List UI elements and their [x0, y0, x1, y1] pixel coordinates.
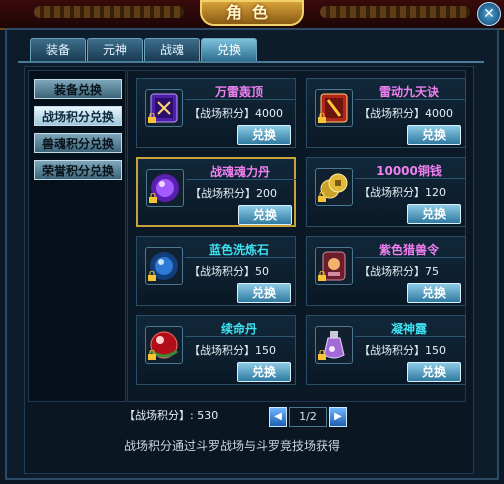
- battlefield-points-total: 【战场积分】: 530: [124, 409, 219, 422]
- title-ornament-left: [34, 6, 184, 18]
- prev-page-button[interactable]: ◀: [269, 407, 287, 427]
- item-name: 蓝色洗炼石: [208, 243, 269, 257]
- item-cost: 【战场积分】200: [190, 187, 277, 200]
- lock-icon: [149, 193, 157, 203]
- item-card-selected: 战魂魂力丹 【战场积分】200 兑换: [136, 157, 296, 227]
- exchange-button[interactable]: 兑换: [237, 125, 291, 145]
- character-window: 角色 ✕ 装备 元神 战魂 兑换 装备兑换 战场积分兑换 兽魂积分兑换 荣誉积分…: [0, 0, 504, 484]
- next-page-button[interactable]: ▶: [329, 407, 347, 427]
- divider: [185, 99, 295, 100]
- item-cost: 【战场积分】120: [359, 186, 446, 199]
- tab-war-soul[interactable]: 战魂: [144, 38, 200, 61]
- title-bar: 角色 ✕: [0, 0, 504, 30]
- lock-icon: [318, 113, 326, 123]
- exchange-button[interactable]: 兑换: [407, 125, 461, 145]
- item-card: 续命丹 【战场积分】150 兑换: [136, 315, 296, 385]
- divider: [185, 257, 295, 258]
- item-cost: 【战场积分】4000: [189, 107, 283, 120]
- window-title: 角色: [200, 0, 304, 26]
- divider: [355, 257, 465, 258]
- lock-icon: [318, 192, 326, 202]
- divider: [355, 336, 465, 337]
- prev-arrow-icon: ◀: [274, 411, 282, 422]
- item-cost: 【战场积分】75: [359, 265, 439, 278]
- item-name: 雷动九天诀: [378, 85, 439, 99]
- item-card: 万雷轰顶 【战场积分】4000 兑换: [136, 78, 296, 148]
- exchange-button[interactable]: 兑换: [407, 204, 461, 224]
- title-ornament-right: [320, 6, 470, 18]
- item-card: 雷动九天诀 【战场积分】4000 兑换: [306, 78, 466, 148]
- tab-equipment[interactable]: 装备: [30, 38, 86, 61]
- item-name: 紫色猎兽令: [378, 243, 439, 257]
- menu-battlefield-points-exchange[interactable]: 战场积分兑换: [34, 106, 122, 126]
- tab-underline: [18, 61, 484, 63]
- menu-honor-points-exchange[interactable]: 荣誉积分兑换: [34, 160, 122, 180]
- lock-icon: [148, 113, 156, 123]
- exchange-button[interactable]: 兑换: [407, 283, 461, 303]
- lock-icon: [148, 350, 156, 360]
- lock-icon: [318, 271, 326, 281]
- divider: [355, 99, 465, 100]
- item-card: 蓝色洗炼石 【战场积分】50 兑换: [136, 236, 296, 306]
- menu-beast-soul-points-exchange[interactable]: 兽魂积分兑换: [34, 133, 122, 153]
- item-cost: 【战场积分】150: [189, 344, 276, 357]
- item-name: 续命丹: [220, 322, 257, 336]
- points-hint: 战场积分通过斗罗战场与斗罗竞技场获得: [124, 439, 341, 453]
- close-icon: ✕: [483, 6, 495, 22]
- item-name: 10000铜钱: [376, 164, 442, 178]
- item-card: 10000铜钱 【战场积分】120 兑换: [306, 157, 466, 227]
- exchange-button[interactable]: 兑换: [238, 205, 292, 225]
- item-name: 万雷轰顶: [214, 85, 263, 99]
- next-arrow-icon: ▶: [334, 411, 342, 422]
- close-button[interactable]: ✕: [477, 2, 501, 26]
- lock-icon: [148, 271, 156, 281]
- tab-exchange[interactable]: 兑换: [201, 38, 257, 61]
- item-cost: 【战场积分】4000: [359, 107, 453, 120]
- item-card: 凝神露 【战场积分】150 兑换: [306, 315, 466, 385]
- item-name: 战魂魂力丹: [209, 165, 270, 179]
- divider: [185, 336, 295, 337]
- item-name: 凝神露: [390, 322, 427, 336]
- exchange-button[interactable]: 兑换: [237, 283, 291, 303]
- page-indicator: 1/2: [289, 407, 327, 427]
- exchange-button[interactable]: 兑换: [237, 362, 291, 382]
- tab-yuanshen[interactable]: 元神: [87, 38, 143, 61]
- exchange-button[interactable]: 兑换: [407, 362, 461, 382]
- divider: [186, 179, 296, 180]
- item-cost: 【战场积分】50: [189, 265, 269, 278]
- item-cost: 【战场积分】150: [359, 344, 446, 357]
- lock-icon: [318, 350, 326, 360]
- item-card: 紫色猎兽令 【战场积分】75 兑换: [306, 236, 466, 306]
- menu-equipment-exchange[interactable]: 装备兑换: [34, 79, 122, 99]
- divider: [355, 178, 465, 179]
